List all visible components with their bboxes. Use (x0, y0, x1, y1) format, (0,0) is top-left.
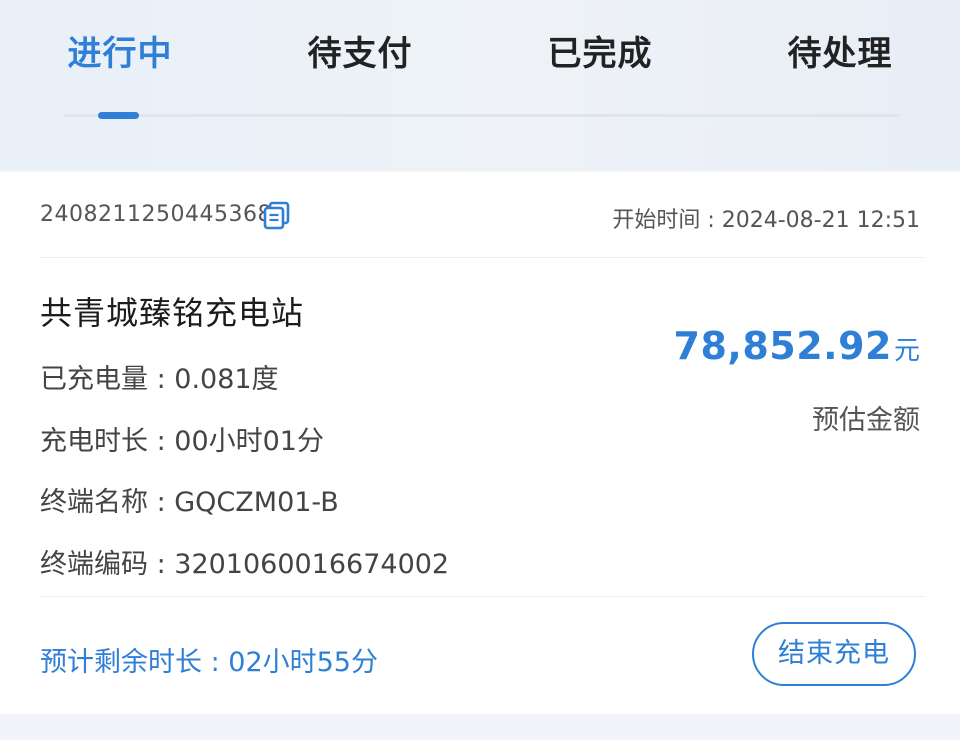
divider (40, 257, 924, 258)
order-number: 2408211250445368 (40, 202, 272, 227)
tab-active-indicator (98, 112, 139, 119)
tab-track (64, 114, 900, 117)
divider (40, 596, 924, 597)
terminal-code: 终端编码 : 3201060016674002 (40, 549, 450, 580)
copy-icon[interactable] (262, 200, 292, 230)
amount-label: 预估金额 (812, 405, 920, 436)
tab-bar: 进行中 待支付 已完成 待处理 (0, 0, 960, 100)
charge-duration: 充电时长 : 00小时01分 (40, 426, 324, 457)
amount-unit: 元 (893, 336, 920, 366)
amount-value: 78,852.92 (673, 324, 892, 368)
tab-completed[interactable]: 已完成 (510, 26, 690, 75)
charged-energy: 已充电量 : 0.081度 (40, 364, 279, 395)
tab-in-progress[interactable]: 进行中 (30, 26, 210, 75)
end-charging-button[interactable]: 结束充电 (752, 622, 916, 686)
tab-pending-payment[interactable]: 待支付 (270, 26, 450, 75)
order-card: 2408211250445368 开始时间 : 2024-08-21 12:51… (0, 172, 960, 714)
estimated-amount: 78,852.92元 (674, 324, 920, 368)
station-name: 共青城臻铭充电站 (40, 294, 305, 332)
start-time: 开始时间 : 2024-08-21 12:51 (612, 208, 920, 233)
terminal-name: 终端名称 : GQCZM01-B (40, 487, 339, 518)
header: 进行中 待支付 已完成 待处理 (0, 0, 960, 170)
remaining-time: 预计剩余时长 : 02小时55分 (40, 647, 378, 678)
tab-pending-processing[interactable]: 待处理 (750, 26, 930, 75)
